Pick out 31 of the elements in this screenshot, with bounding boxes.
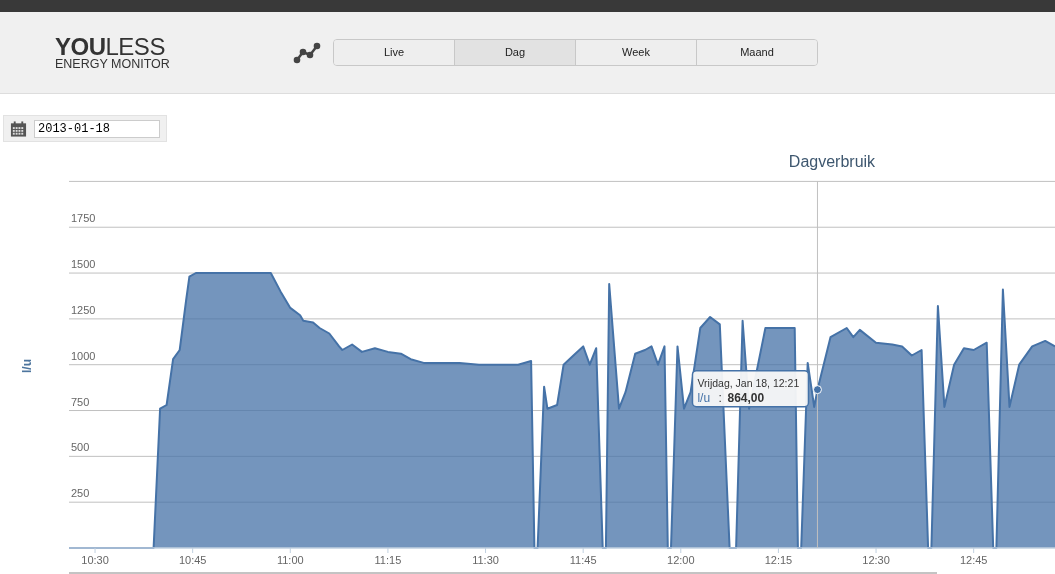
y-tick-label: 500 [71,441,90,454]
x-tick-label: 11:30 [472,554,499,566]
x-tick-label: 11:00 [276,554,304,566]
chart-title: Dagverbruik [788,153,876,170]
tooltip-title: Vrijdag, Jan 18, 12:21 [697,376,800,389]
period-tab[interactable]: Dag [454,40,575,65]
logo-subtitle: ENERGY MONITOR [55,57,171,70]
x-tick-label: 10:45 [178,554,207,566]
y-axis-label: l/u [20,359,34,373]
y-tick-label: 1250 [71,303,96,316]
y-tick-label: 750 [71,395,90,408]
x-tick-label: 12:45 [959,554,988,566]
logo-title: YOULESS [55,35,165,58]
x-tick-label: 12:15 [764,554,793,566]
tooltip-separator: : [718,390,722,405]
x-tick-label: 11:45 [569,554,597,566]
tooltip-series-label: l/u [697,390,711,405]
y-tick-label: 1000 [71,349,96,362]
line-chart-icon [293,41,321,64]
y-tick-label: 1750 [71,212,96,225]
x-tick-label: 12:30 [862,554,890,566]
tooltip-value: 864,00 [727,390,765,405]
x-tick-label: 12:00 [667,554,695,566]
y-tick-label: 250 [71,487,90,500]
y-tick-label: 1500 [71,258,96,271]
x-tick-label: 11:15 [374,554,402,566]
period-tab[interactable]: Maand [696,40,817,65]
calendar-icon[interactable] [10,119,27,138]
x-tick-label: 10:30 [81,554,109,566]
data-point-marker [812,385,822,395]
date-field[interactable]: 2013-01-18 [34,119,160,138]
